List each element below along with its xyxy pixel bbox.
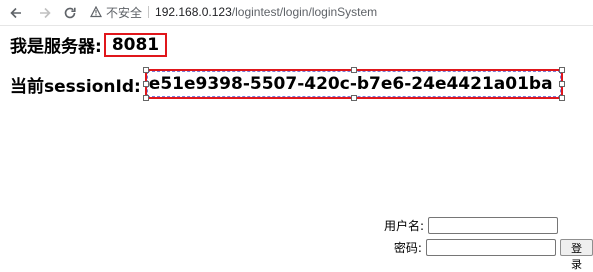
username-row: 用户名: [372, 215, 593, 236]
insecure-label[interactable]: 不安全 [106, 4, 142, 21]
password-row: 密码: 登录 [372, 237, 593, 271]
server-label: 我是服务器: [10, 37, 102, 57]
username-label: 用户名: [383, 219, 424, 233]
resize-handle[interactable] [142, 95, 149, 101]
url-path: /logintest/login/loginSystem [231, 5, 378, 19]
session-row: 当前sessionId: e51e9398-5507-420c-b7e6-24e… [10, 67, 565, 101]
server-row: 我是服务器: 8081 [10, 32, 168, 57]
session-id-box: e51e9398-5507-420c-b7e6-24e4421a01ba [142, 67, 565, 101]
username-input[interactable] [428, 217, 558, 234]
password-input[interactable] [425, 239, 556, 256]
resize-handle[interactable] [350, 67, 357, 73]
resize-handle[interactable] [142, 67, 149, 73]
url-host: 192.168.0.123 [155, 5, 232, 19]
address-bar[interactable]: 不安全 192.168.0.123 /logintest/login/login… [90, 3, 590, 21]
login-form: 用户名: 密码: 登录 [372, 215, 593, 271]
resize-handle[interactable] [558, 67, 565, 73]
login-button[interactable]: 登录 [559, 239, 593, 271]
session-label: 当前sessionId: [10, 76, 141, 97]
reload-icon[interactable] [60, 3, 80, 23]
session-id-value: e51e9398-5507-420c-b7e6-24e4421a01ba [148, 74, 553, 94]
resize-handle[interactable] [350, 95, 357, 101]
warning-triangle-icon[interactable] [90, 6, 102, 18]
arrow-left-icon[interactable] [6, 3, 26, 23]
browser-toolbar: 不安全 192.168.0.123 /logintest/login/login… [0, 0, 593, 26]
address-separator [148, 6, 150, 18]
resize-handle[interactable] [142, 81, 149, 87]
server-port-value: 8081 [103, 32, 168, 57]
resize-handle[interactable] [558, 81, 565, 87]
arrow-right-icon[interactable] [35, 3, 55, 23]
password-label: 密码: [393, 241, 422, 255]
resize-handle[interactable] [558, 95, 565, 101]
